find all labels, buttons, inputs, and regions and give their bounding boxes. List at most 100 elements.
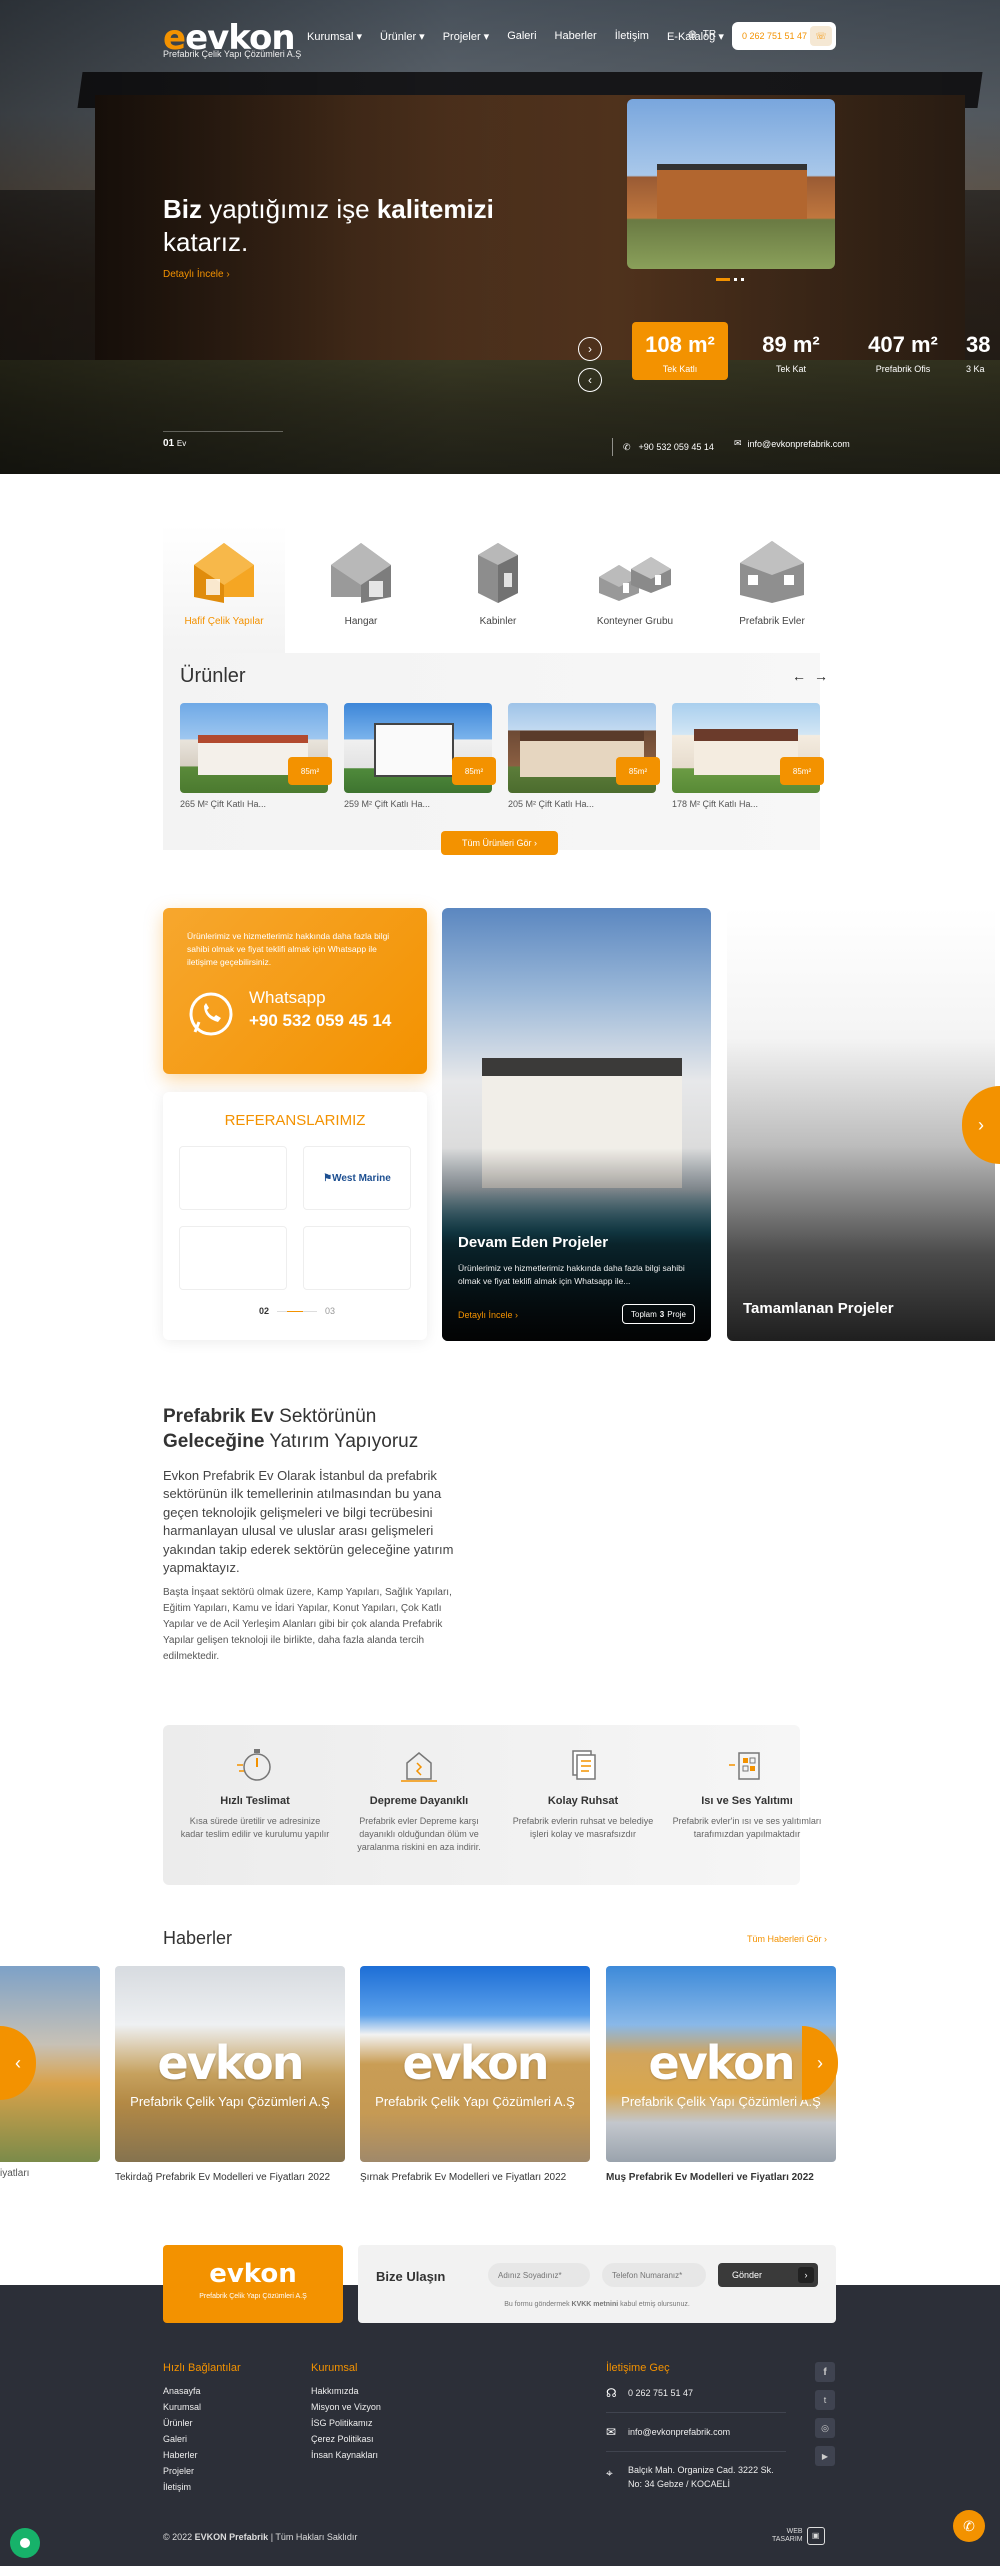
news-image: evkon Prefabrik Çelik Yapı Çözümleri A.Ş — [360, 1966, 590, 2162]
slider-dot-active[interactable] — [716, 278, 730, 281]
instagram-icon[interactable]: ◎ — [815, 2418, 835, 2438]
reference-logo-slot[interactable] — [303, 1226, 411, 1290]
name-input[interactable] — [488, 2263, 590, 2287]
hero-slider-dots — [716, 278, 744, 281]
category-container-group[interactable]: Konteyner Grubu — [574, 535, 696, 627]
footer-link[interactable]: Çerez Politikası — [311, 2434, 381, 2444]
footer-link[interactable]: Haberler — [163, 2450, 241, 2460]
whatsapp-contact-card[interactable]: Ürünlerimiz ve hizmetlerimiz hakkında da… — [163, 908, 427, 1074]
header-phone-number: 0 262 751 51 47 — [742, 31, 808, 41]
hangar-icon — [331, 543, 391, 603]
footer-link[interactable]: İletişim — [163, 2482, 241, 2492]
stat-card-active[interactable]: 108 m² Tek Katlı — [632, 322, 728, 380]
hero-cta-link[interactable]: Detaylı İncele › — [163, 269, 230, 280]
stat-value: 38 — [966, 332, 991, 357]
whatsapp-icon — [187, 990, 235, 1038]
hero-prev-button[interactable]: ‹ — [578, 368, 602, 392]
hero-thumbnail[interactable] — [627, 99, 835, 269]
youtube-icon[interactable]: ▶ — [815, 2446, 835, 2466]
submit-button[interactable]: Gönder › — [718, 2263, 818, 2287]
stat-card[interactable]: 38 3 Ka — [966, 332, 1000, 374]
stat-label: Tek Kat — [775, 364, 806, 374]
category-light-steel[interactable]: Hafif Çelik Yapılar — [163, 535, 285, 627]
hero-whatsapp-link[interactable]: ✆ +90 532 059 45 14 — [612, 438, 714, 456]
arrow-right-icon[interactable]: → — [814, 668, 828, 684]
facebook-icon[interactable]: f — [815, 2362, 835, 2382]
references-card: REFERANSLARIMIZ ⚑ West Marine 02 03 — [163, 1092, 427, 1340]
references-pagination: 02 03 — [259, 1306, 335, 1316]
header-phone-button[interactable]: 0 262 751 51 47 ☏ — [732, 22, 836, 50]
category-prefab-houses[interactable]: Prefabrik Evler — [711, 535, 833, 627]
phone-input[interactable] — [602, 2263, 706, 2287]
mail-icon: ✉ — [606, 2425, 617, 2439]
slider-dot[interactable] — [741, 278, 744, 281]
arrow-right-icon: › — [515, 1310, 519, 1320]
footer-link[interactable]: Projeler — [163, 2466, 241, 2476]
stat-label: Tek Katlı — [662, 364, 698, 374]
category-hangar[interactable]: Hangar — [300, 535, 422, 627]
footer-email[interactable]: ✉ info@evkonprefabrik.com — [606, 2425, 786, 2439]
ongoing-projects-text: Ürünlerimiz ve hizmetlerimiz hakkında da… — [458, 1263, 685, 1286]
twitter-icon[interactable]: t — [815, 2390, 835, 2410]
stat-card[interactable]: 407 m² Prefabrik Ofis — [855, 332, 951, 374]
product-card[interactable]: 85m² 178 M² Çift Katlı Ha... — [672, 703, 824, 809]
completed-projects-card[interactable]: Tamamlanan Projeler — [727, 908, 995, 1341]
nav-iletisim[interactable]: İletişim — [615, 30, 649, 43]
reference-logo-slot[interactable] — [179, 1226, 287, 1290]
chat-widget-button[interactable] — [10, 2528, 40, 2558]
kvkk-link[interactable]: KVKK metnini — [572, 2301, 619, 2308]
nav-urunler[interactable]: Ürünler ▾ — [380, 30, 425, 43]
whatsapp-icon: ✆ — [963, 2517, 975, 2534]
hero-next-button[interactable]: › — [578, 337, 602, 361]
footer-link[interactable]: Kurumsal — [163, 2402, 241, 2412]
chat-icon — [20, 2538, 30, 2548]
footer-phone[interactable]: ☊ 0 262 751 51 47 — [606, 2386, 786, 2400]
news-card[interactable]: evkon Prefabrik Çelik Yapı Çözümleri A.Ş… — [360, 1966, 590, 2183]
arrow-left-icon[interactable]: ← — [792, 668, 806, 684]
whatsapp-float-button[interactable]: ✆ — [953, 2510, 985, 2542]
hero-email-link[interactable]: ✉ info@evkonprefabrik.com — [734, 438, 850, 449]
footer-contact: İletişime Geç ☊ 0 262 751 51 47 ✉ info@e… — [606, 2362, 786, 2491]
nav-galeri[interactable]: Galeri — [507, 30, 536, 43]
footer-link[interactable]: Ürünler — [163, 2418, 241, 2428]
ongoing-projects-title: Devam Eden Projeler — [458, 1234, 609, 1251]
category-label: Kabinler — [479, 616, 517, 627]
footer-link[interactable]: İnsan Kaynakları — [311, 2450, 381, 2460]
stopwatch-icon — [237, 1749, 271, 1781]
language-selector[interactable]: ◍ TR — [688, 29, 716, 40]
footer-logo-box[interactable]: evkon Prefabrik Çelik Yapı Çözümleri A.Ş — [163, 2245, 343, 2323]
about-paragraph-2: Başta İnşaat sektörü olmak üzere, Kamp Y… — [163, 1587, 452, 1662]
slider-dot[interactable] — [734, 278, 737, 281]
footer-link[interactable]: Anasayfa — [163, 2386, 241, 2396]
chevron-right-icon: › — [978, 1114, 984, 1135]
news-card[interactable]: evkon Prefabrik Çelik Yapı Çözümleri A.Ş… — [115, 1966, 345, 2183]
ongoing-projects-link[interactable]: Detaylı İncele › — [458, 1310, 518, 1320]
news-card-sub: Prefabrik Çelik Yapı Çözümleri A.Ş — [130, 2094, 330, 2109]
reference-logo-west-marine[interactable]: ⚑ West Marine — [303, 1146, 411, 1210]
footer-column-title: İletişime Geç — [606, 2362, 670, 2374]
footer-link[interactable]: Hakkımızda — [311, 2386, 381, 2396]
nav-kurumsal[interactable]: Kurumsal ▾ — [307, 30, 362, 43]
reference-logo-slot[interactable] — [179, 1146, 287, 1210]
news-card-title: Tekirdağ Prefabrik Ev Modelleri ve Fiyat… — [115, 2172, 331, 2183]
stat-card[interactable]: 89 m² Tek Kat — [743, 332, 839, 374]
product-card[interactable]: 85m² 259 M² Çift Katlı Ha... — [344, 703, 496, 809]
agency-credit[interactable]: WEB TASARIM ▣ — [772, 2527, 825, 2545]
footer-link[interactable]: İSG Politikamız — [311, 2418, 381, 2428]
product-card[interactable]: 85m² 265 M² Çift Katlı Ha... — [180, 703, 332, 809]
footer-link[interactable]: Galeri — [163, 2434, 241, 2444]
nav-haberler[interactable]: Haberler — [555, 30, 597, 43]
contact-form: Bize Ulaşın Gönder › Bu formu göndermek … — [358, 2245, 836, 2323]
nav-projeler[interactable]: Projeler ▾ — [443, 30, 489, 43]
reference-logo-text: West Marine — [332, 1172, 391, 1184]
whatsapp-card-text: Ürünlerimiz ve hizmetlerimiz hakkında da… — [187, 931, 390, 967]
all-news-link[interactable]: Tüm Haberleri Gör › — [747, 1934, 827, 1944]
ongoing-projects-card[interactable]: Devam Eden Projeler Ürünlerimiz ve hizme… — [442, 908, 711, 1341]
news-card-logo: evkon — [402, 2036, 550, 2090]
all-products-button[interactable]: Tüm Ürünleri Gör › — [441, 831, 558, 855]
product-card[interactable]: 85m² 205 M² Çift Katlı Ha... — [508, 703, 660, 809]
category-cabins[interactable]: Kabinler — [437, 535, 559, 627]
footer-link[interactable]: Misyon ve Vizyon — [311, 2402, 381, 2412]
west-marine-flag-icon: ⚑ — [323, 1172, 333, 1184]
category-label: Hangar — [344, 616, 378, 627]
